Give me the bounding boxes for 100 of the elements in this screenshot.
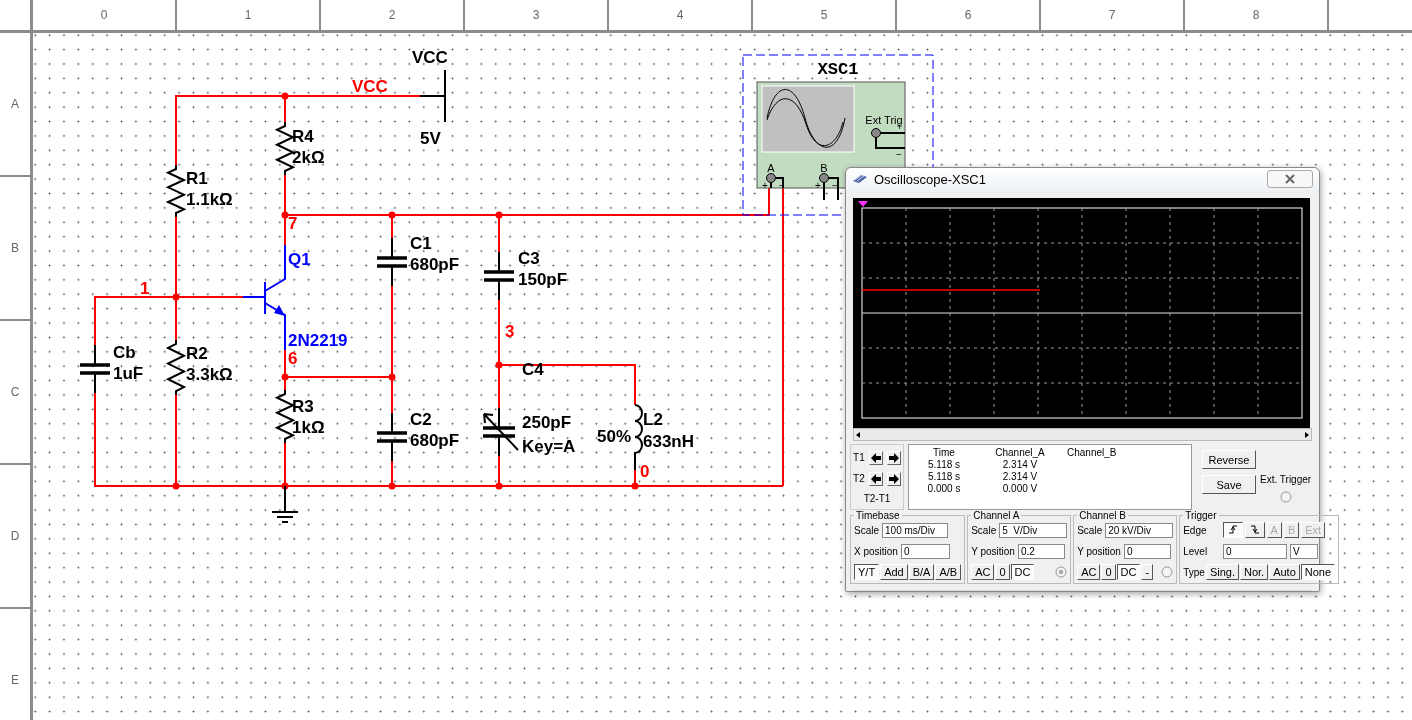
scale-label: Scale: [1077, 524, 1103, 536]
component-value: 680pF: [410, 431, 460, 450]
scale-field[interactable]: 20 kV/Div: [1105, 522, 1174, 538]
scale-field[interactable]: 5 V/Div: [999, 522, 1068, 538]
ground-symbol: [271, 485, 299, 523]
junction-dot: [172, 293, 180, 301]
ruler-label: 1: [244, 8, 252, 22]
junction-dot: [631, 482, 639, 490]
mode-button[interactable]: Y/T: [854, 564, 880, 580]
coupling-button[interactable]: 0: [1101, 564, 1116, 580]
position-field[interactable]: 0: [1123, 543, 1171, 559]
window-title: Oscilloscope-XSC1: [874, 171, 987, 187]
net-label: VCC: [352, 77, 388, 96]
junction-dot: [495, 211, 503, 219]
radio-button[interactable]: [1161, 566, 1174, 578]
terminal-label: A: [767, 162, 775, 174]
component-label: Cb: [113, 343, 136, 362]
readout-value: 0.000 s: [926, 483, 962, 495]
type-button[interactable]: Sing.: [1205, 564, 1239, 580]
junction-dot: [388, 373, 396, 381]
readout-value: 2.314 V: [1001, 459, 1039, 471]
polarity-label: −: [896, 149, 902, 160]
power-source-symbol: [419, 69, 446, 123]
junction-dot: [172, 482, 180, 490]
junction-dot: [281, 211, 289, 219]
coupling-button[interactable]: DC: [1010, 564, 1035, 580]
column-header: Time: [932, 447, 956, 459]
supply-value: 5V: [420, 129, 441, 148]
junction-dot: [281, 482, 289, 490]
component-value: 3.3kΩ: [186, 365, 233, 384]
scale-label: Scale: [854, 524, 879, 536]
cursor-marker-icon[interactable]: [858, 201, 868, 207]
readout-value: 5.118 s: [926, 471, 962, 483]
ruler-label: 8: [1252, 8, 1260, 22]
component-value: 1.1kΩ: [186, 190, 233, 209]
edge-label: Edge: [1183, 524, 1207, 536]
ruler-label: B: [11, 241, 19, 255]
cursor-arrow-button[interactable]: [868, 471, 883, 486]
unit-field[interactable]: V: [1290, 543, 1319, 559]
component-value: 1kΩ: [292, 418, 325, 437]
cursor-arrow-button[interactable]: [886, 471, 901, 486]
component-value: 1uF: [113, 364, 144, 383]
right-arrow-icon[interactable]: [1303, 430, 1311, 439]
cursor-label: T2: [853, 473, 865, 484]
ruler-label: 6: [964, 8, 972, 22]
cursor-arrow-button[interactable]: [886, 450, 901, 465]
mode-button[interactable]: A/B: [935, 564, 962, 580]
coupling-button[interactable]: AC: [971, 564, 995, 580]
ruler-label: A: [11, 97, 19, 111]
junction-dot: [495, 361, 503, 369]
junction-dot: [388, 482, 396, 490]
component-value: 150pF: [518, 270, 568, 289]
component-label: C1: [410, 234, 432, 253]
position-field[interactable]: 0: [900, 543, 950, 559]
readout-value: 5.118 s: [926, 459, 962, 471]
terminal-icon: [871, 128, 881, 138]
junction-dot: [281, 373, 289, 381]
position-label: X position: [854, 545, 898, 557]
position-field[interactable]: 0.2: [1017, 543, 1065, 559]
node-label: 1: [140, 279, 150, 298]
resistor-symbol: [165, 164, 187, 218]
coupling-button[interactable]: 0: [995, 564, 1010, 580]
instrument-label: XSC1: [817, 60, 859, 79]
polarity-label: −: [832, 180, 838, 191]
component-value: 2N2219: [288, 331, 348, 350]
radio-button[interactable]: [1279, 491, 1292, 503]
mode-button[interactable]: Add: [880, 564, 908, 580]
close-icon[interactable]: [1284, 174, 1296, 184]
cursor-arrow-button[interactable]: [868, 450, 883, 465]
rising-edge-icon: [1226, 524, 1239, 535]
type-button[interactable]: Auto: [1269, 564, 1300, 580]
level-field[interactable]: 0: [1223, 543, 1288, 559]
key-label: Key=A: [522, 437, 576, 456]
group-title: Channel B: [1078, 510, 1127, 521]
group-title: Trigger: [1184, 510, 1218, 521]
terminal-icon: [766, 173, 776, 183]
invert-button[interactable]: -: [1141, 564, 1154, 580]
coupling-button[interactable]: DC: [1116, 564, 1141, 580]
horizontal-scrollbar[interactable]: [853, 428, 1312, 441]
radio-button[interactable]: [1055, 566, 1068, 578]
cursor-label: T1: [853, 452, 865, 463]
left-arrow-icon[interactable]: [854, 430, 862, 439]
component-label: C2: [410, 410, 432, 429]
ruler-label: 7: [1108, 8, 1116, 22]
coupling-button[interactable]: AC: [1077, 564, 1101, 580]
falling-edge-icon: [1248, 524, 1261, 535]
edge-button[interactable]: [1222, 522, 1243, 538]
mode-button[interactable]: B/A: [908, 564, 935, 580]
component-value: 2kΩ: [292, 148, 325, 167]
component-label: C4: [522, 360, 544, 379]
type-button[interactable]: Nor.: [1239, 564, 1269, 580]
action-button[interactable]: Save: [1202, 475, 1256, 494]
node-label: 0: [640, 462, 650, 481]
scale-field[interactable]: 100 ms/Div: [882, 522, 948, 538]
ext-trigger-label: Ext. Trigger: [1260, 474, 1312, 485]
component-label: L2: [643, 410, 663, 429]
action-button[interactable]: Reverse: [1202, 450, 1256, 469]
resistor-symbol: [165, 339, 187, 396]
type-button[interactable]: None: [1300, 564, 1336, 580]
close-button[interactable]: [1267, 170, 1313, 188]
